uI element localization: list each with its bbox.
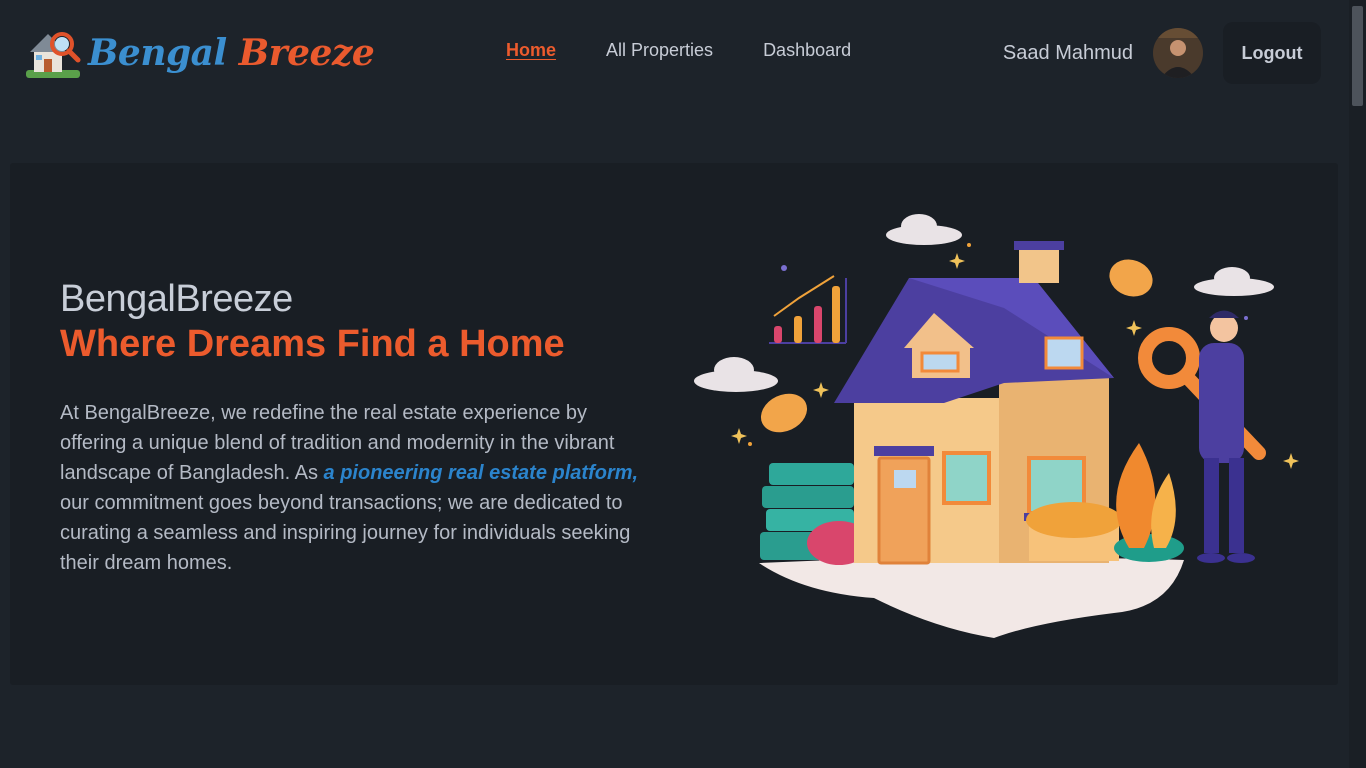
user-area: Saad Mahmud Logout [1003, 22, 1321, 84]
scrollbar[interactable] [1349, 0, 1366, 768]
brand-logo[interactable]: Bengal Breeze [24, 26, 375, 80]
user-name: Saad Mahmud [1002, 41, 1133, 64]
hero-desc-part2: our commitment goes beyond transactions;… [60, 492, 631, 574]
main-nav: Home All Properties Dashboard [506, 40, 851, 61]
scrollbar-thumb[interactable] [1352, 6, 1363, 106]
house-window [942, 451, 991, 505]
nav-link-all-properties[interactable]: All Properties [606, 40, 713, 61]
brand-name: Bengal Breeze [88, 32, 375, 74]
hero-text: BengalBreeze Where Dreams Find a Home At… [60, 278, 650, 578]
brand-name-part2: Breeze [238, 32, 375, 74]
brand-name-part1: Bengal [88, 32, 227, 74]
hero-tagline: Where Dreams Find a Home [60, 323, 565, 365]
orange-tree [1116, 443, 1156, 548]
house-illustration [694, 214, 1299, 638]
navbar: Bengal Breeze Home All Properties Dashbo… [0, 0, 1349, 106]
nav-link-dashboard[interactable]: Dashboard [763, 40, 851, 61]
chimney [1019, 248, 1059, 283]
island-base [759, 557, 1184, 638]
logout-button[interactable]: Logout [1223, 22, 1321, 84]
nav-link-home[interactable]: Home [506, 40, 556, 61]
hero-desc-highlight: a pioneering real estate platform, [323, 462, 639, 484]
businessman [1199, 343, 1244, 463]
house-magnifier-icon [26, 32, 81, 78]
coin-icon [760, 393, 808, 433]
hero-brand-title: BengalBreeze [60, 278, 293, 320]
hero-description: At BengalBreeze, we redefine the real es… [60, 398, 650, 578]
hero-section: BengalBreeze Where Dreams Find a Home At… [10, 163, 1338, 685]
user-photo-icon [1153, 28, 1203, 78]
avatar[interactable] [1153, 28, 1203, 78]
books-stack [769, 463, 854, 485]
